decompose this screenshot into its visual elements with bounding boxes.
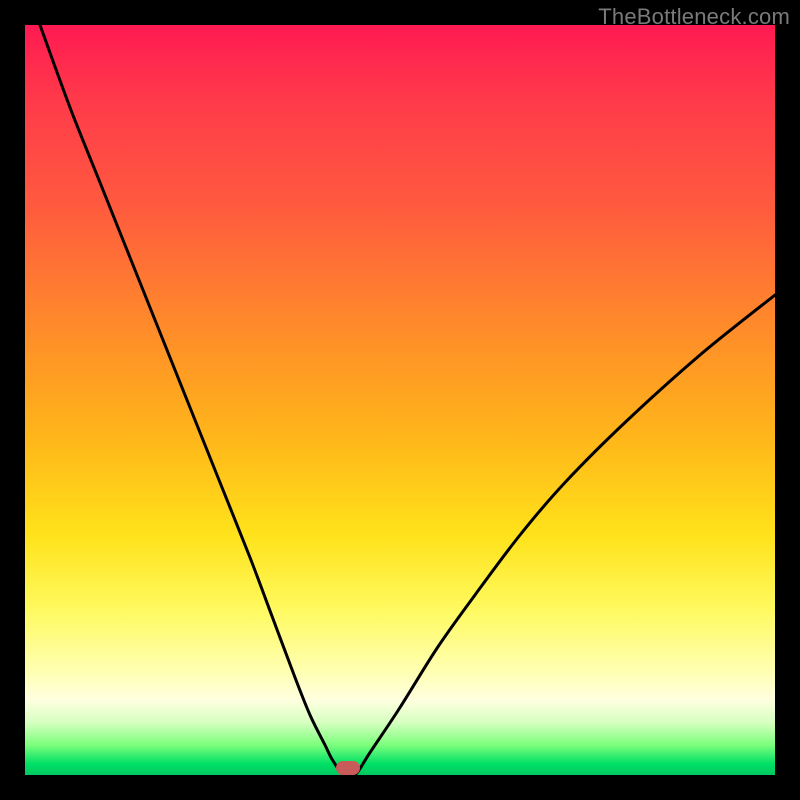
bottleneck-curve <box>25 25 775 775</box>
plot-area <box>25 25 775 775</box>
optimal-point-marker <box>336 761 360 775</box>
chart-frame: TheBottleneck.com <box>0 0 800 800</box>
watermark-label: TheBottleneck.com <box>598 4 790 30</box>
